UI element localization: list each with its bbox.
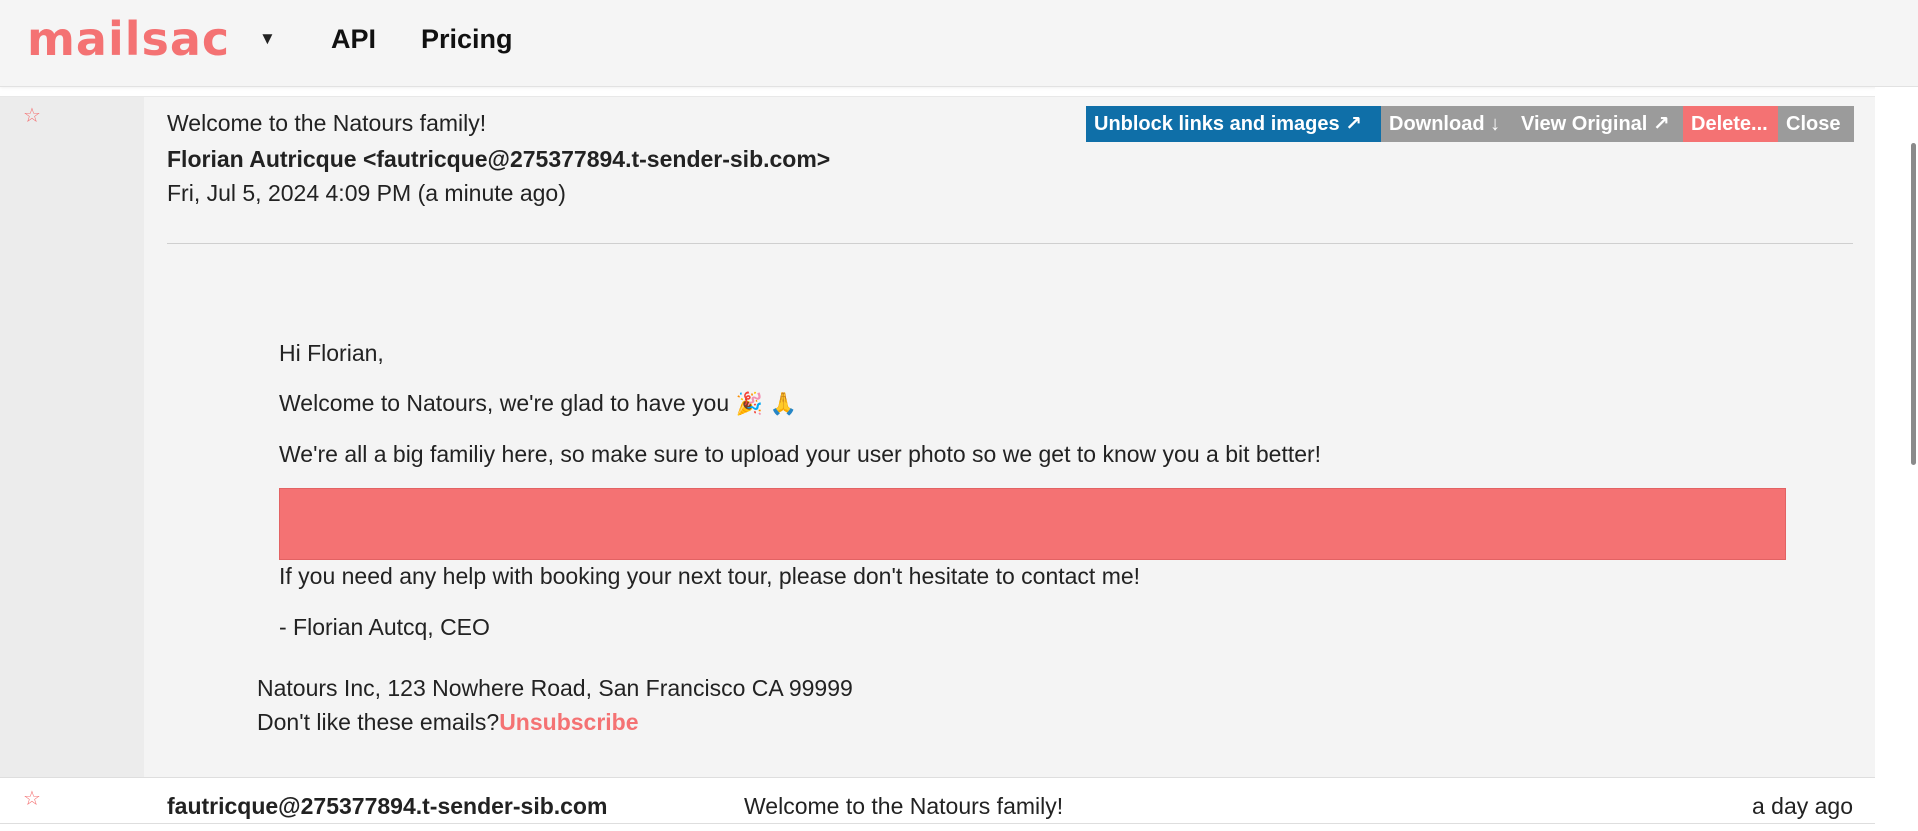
top-nav-bar: mailsac ▼ API Pricing	[0, 0, 1918, 87]
table-row[interactable]: ☆ fautricque@275377894.t-sender-sib.com …	[0, 778, 1875, 824]
message-gutter	[0, 97, 144, 777]
welcome-text: Welcome to Natours, we're glad to have y…	[279, 390, 730, 416]
scrollbar-thumb[interactable]	[1911, 143, 1916, 465]
star-icon[interactable]: ☆	[23, 105, 41, 127]
email-photo-note: We're all a big familiy here, so make su…	[279, 441, 1322, 467]
party-pray-emoji-icon: 🎉 🙏	[735, 392, 798, 417]
logo-menu-caret-icon[interactable]: ▼	[259, 28, 276, 50]
unsubscribe-prompt: Don't like these emails?	[257, 709, 500, 735]
unblock-links-images-button[interactable]: Unblock links and images ↗	[1086, 106, 1381, 142]
download-button[interactable]: Download ↓	[1381, 106, 1513, 142]
mailsac-logo[interactable]: mailsac	[27, 10, 230, 68]
star-icon[interactable]: ☆	[23, 788, 41, 810]
email-cta-button-blocked[interactable]	[279, 488, 1786, 560]
nav-link-api[interactable]: API	[331, 22, 376, 56]
message-subject: Welcome to the Natours family!	[167, 110, 487, 136]
row-subject: Welcome to the Natours family!	[744, 793, 1064, 819]
close-button[interactable]: Close	[1778, 106, 1854, 142]
open-message-panel: ☆ Welcome to the Natours family! Florian…	[0, 96, 1875, 778]
view-original-button[interactable]: View Original ↗	[1513, 106, 1683, 142]
email-signoff: - Florian Autcq, CEO	[279, 614, 490, 640]
header-divider	[167, 243, 1853, 244]
row-time: a day ago	[1751, 793, 1853, 819]
unsubscribe-link[interactable]: Unsubscribe	[499, 709, 638, 735]
message-date: Fri, Jul 5, 2024 4:09 PM (a minute ago)	[167, 180, 566, 206]
email-footer-address: Natours Inc, 123 Nowhere Road, San Franc…	[257, 675, 853, 701]
message-action-toolbar: Unblock links and images ↗ Download ↓ Vi…	[1086, 106, 1854, 142]
email-greeting: Hi Florian,	[279, 340, 384, 366]
message-sender: Florian Autricque <fautricque@275377894.…	[167, 146, 831, 172]
email-welcome-line: Welcome to Natours, we're glad to have y…	[279, 389, 797, 419]
email-help-line: If you need any help with booking your n…	[279, 563, 1141, 589]
delete-button[interactable]: Delete...	[1683, 106, 1778, 142]
email-footer-unsubscribe: Don't like these emails?Unsubscribe	[257, 708, 639, 736]
row-sender: fautricque@275377894.t-sender-sib.com	[167, 793, 608, 819]
nav-link-pricing[interactable]: Pricing	[421, 22, 513, 56]
